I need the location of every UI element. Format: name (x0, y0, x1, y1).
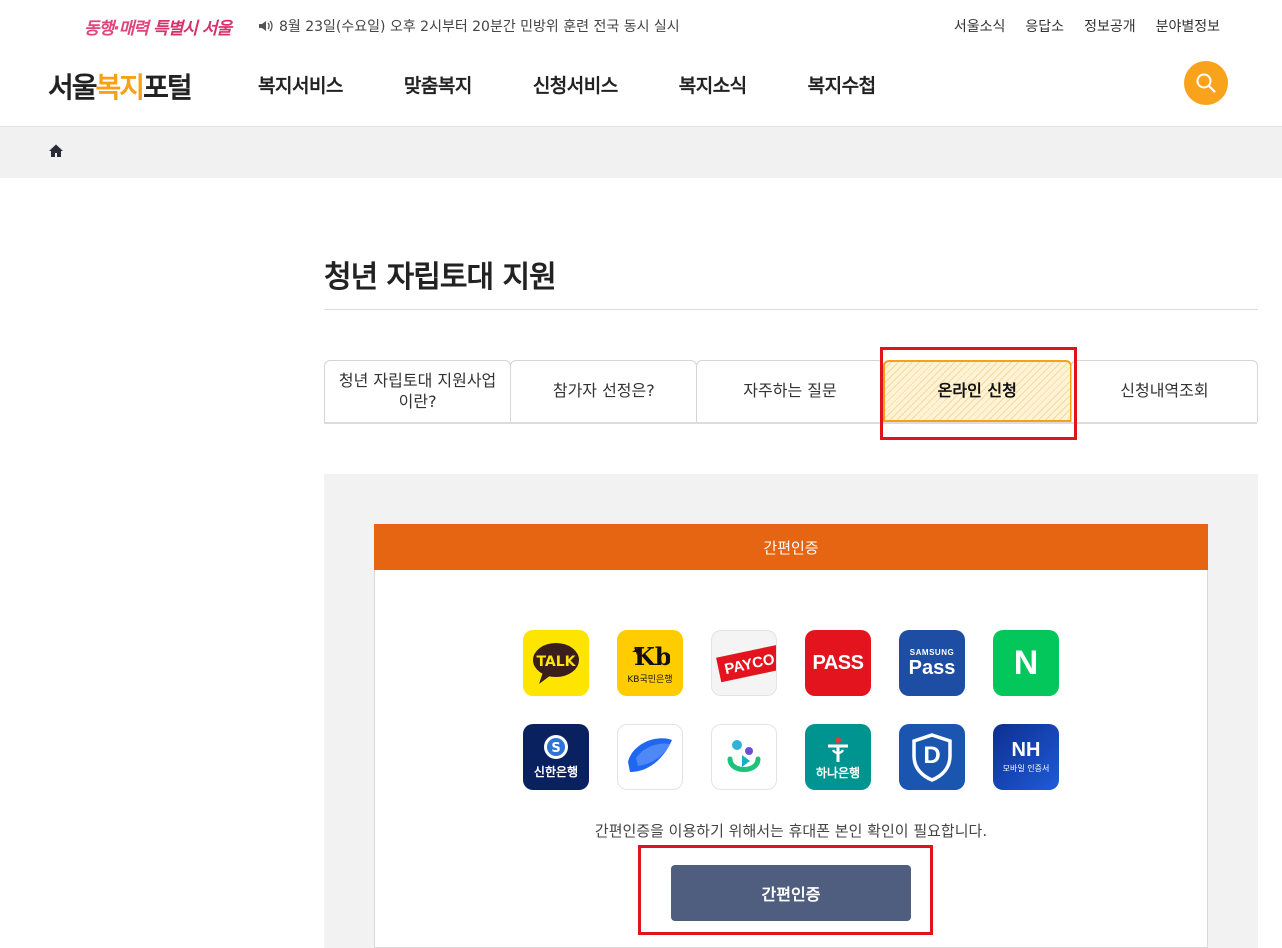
speaker-icon (258, 19, 274, 33)
auth-provider-grid: TALK Kb KB국민은행 PAYCO PASS SAMSUNG Pass N… (523, 630, 1059, 790)
nh-sub-label: 모바일 인증서 (1002, 764, 1050, 773)
nh-label: NH (1011, 739, 1041, 761)
nav-welfare-handbook[interactable]: 복지수첩 (808, 71, 876, 98)
payco-badge: PAYCO (715, 644, 776, 682)
tab-application-history[interactable]: 신청내역조회 (1070, 360, 1259, 422)
global-nav: 복지서비스 맞춤복지 신청서비스 복지소식 복지수첩 (258, 71, 937, 98)
seoul-slogan-logo[interactable]: 동행·매력 특별시 서울 (84, 14, 232, 39)
provider-naver[interactable]: N (993, 630, 1059, 696)
provider-kakao-talk[interactable]: TALK (523, 630, 589, 696)
page-title: 청년 자립토대 지원 (324, 260, 557, 295)
shinhan-label: 신한은행 (533, 765, 579, 779)
tab-program-intro[interactable]: 청년 자립토대 지원사업 이란? (324, 360, 512, 422)
link-field-info[interactable]: 분야별정보 (1156, 16, 1220, 36)
provider-toss[interactable] (617, 724, 683, 790)
simple-auth-header: 간편인증 (374, 524, 1208, 570)
provider-nh-bank[interactable]: NH 모바일 인증서 (993, 724, 1059, 790)
hana-logo-icon (828, 736, 848, 762)
search-icon (1196, 73, 1216, 93)
samsung-label: SAMSUNG (909, 647, 955, 657)
link-info-disclosure[interactable]: 정보공개 (1084, 16, 1136, 36)
slogan-part-b: 특별시 서울 (152, 19, 232, 39)
main-header: 서울복지포털 복지서비스 맞춤복지 신청서비스 복지소식 복지수첩 (0, 52, 1282, 126)
svg-text:Kb: Kb (634, 642, 670, 671)
provider-shinhan-bank[interactable]: S 신한은행 (523, 724, 589, 790)
nav-welfare-service[interactable]: 복지서비스 (258, 71, 343, 98)
logo-text-c: 포털 (143, 71, 193, 104)
notice-ticker[interactable]: 8월 23일(수요일) 오후 2시부터 20분간 민방위 훈련 전국 동시 실시 (258, 16, 680, 36)
payco-label: PAYCO (722, 650, 776, 678)
simple-auth-button[interactable]: 간편인증 (671, 865, 911, 921)
slogan-part-a: 동행·매력 (84, 19, 149, 39)
auth-description: 간편인증을 이용하기 위해서는 휴대폰 본인 확인이 필요합니다. (594, 822, 988, 840)
hana-label: 하나은행 (815, 765, 861, 780)
tab-bar: 청년 자립토대 지원사업 이란? 참가자 선정은? 자주하는 질문 온라인 신청… (324, 360, 1259, 424)
site-logo[interactable]: 서울복지포털 (48, 66, 193, 106)
naver-label: N (1013, 643, 1039, 682)
logo-text-a: 서울 (48, 71, 98, 104)
provider-samsung-pass[interactable]: SAMSUNG Pass (899, 630, 965, 696)
provider-hana-bank[interactable]: 하나은행 (805, 724, 871, 790)
shinhan-logo-icon: S (544, 735, 568, 759)
svg-text:S: S (551, 741, 560, 756)
toss-icon (628, 738, 672, 772)
d-sign-label: D (923, 742, 941, 769)
pass-label: PASS (812, 651, 864, 674)
provider-pass[interactable]: PASS (805, 630, 871, 696)
provider-kb-bank[interactable]: Kb KB국민은행 (617, 630, 683, 696)
kb-star-icon: Kb (632, 642, 670, 671)
nav-custom-welfare[interactable]: 맞춤복지 (404, 71, 472, 98)
utility-links: 서울소식 응답소 정보공개 분야별정보 (954, 16, 1220, 36)
banksalad-icon (727, 740, 761, 772)
home-icon[interactable] (48, 143, 64, 159)
notice-text: 8월 23일(수요일) 오후 2시부터 20분간 민방위 훈련 전국 동시 실시 (279, 19, 680, 35)
kakao-talk-label: TALK (536, 654, 576, 670)
nav-application-service[interactable]: 신청서비스 (533, 71, 618, 98)
samsung-pass-label: Pass (908, 656, 956, 679)
search-button[interactable] (1184, 61, 1228, 105)
nav-welfare-news[interactable]: 복지소식 (679, 71, 747, 98)
tab-faq[interactable]: 자주하는 질문 (696, 360, 884, 422)
link-seoul-news[interactable]: 서울소식 (954, 16, 1006, 36)
title-divider (324, 309, 1258, 310)
tab-online-application[interactable]: 온라인 신청 (882, 360, 1072, 422)
logo-text-b: 복지 (95, 71, 146, 104)
provider-payco[interactable]: PAYCO (711, 630, 777, 696)
link-eungdapso[interactable]: 응답소 (1025, 16, 1064, 36)
kb-label: KB국민은행 (627, 675, 673, 685)
tab-participant-selection[interactable]: 참가자 선정은? (510, 360, 698, 422)
provider-d-sign[interactable]: D (899, 724, 965, 790)
breadcrumb (0, 126, 1282, 178)
provider-banksalad[interactable] (711, 724, 777, 790)
top-utility-bar: 동행·매력 특별시 서울 8월 23일(수요일) 오후 2시부터 20분간 민방… (0, 0, 1282, 52)
